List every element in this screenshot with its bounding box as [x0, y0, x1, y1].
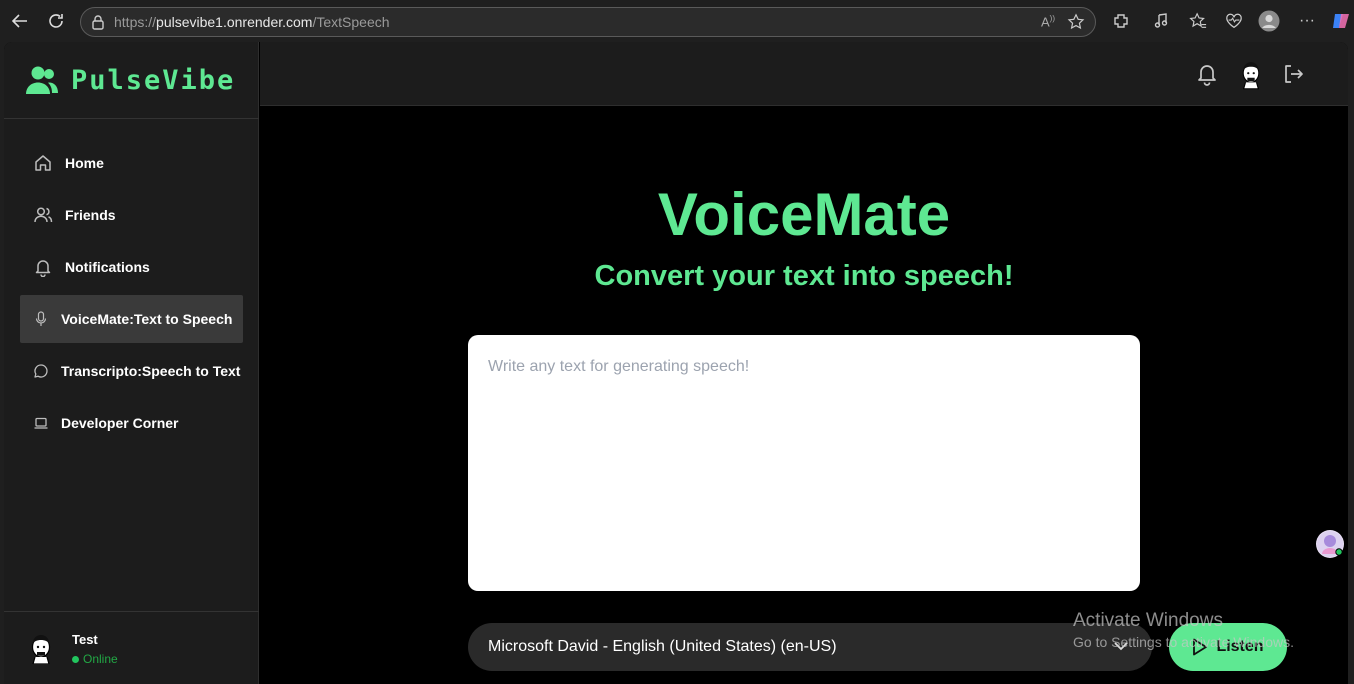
sidebar-item-notifications[interactable]: Notifications — [20, 243, 243, 291]
logout-icon[interactable] — [1282, 63, 1304, 90]
logo[interactable]: PulseVibe — [4, 42, 259, 119]
floating-assistant-avatar[interactable] — [1316, 530, 1344, 558]
favorites-icon[interactable] — [1187, 10, 1209, 32]
sidebar-item-label: VoiceMate:Text to Speech — [61, 311, 233, 327]
top-header — [260, 42, 1348, 106]
mic-icon — [33, 309, 49, 329]
laptop-icon — [33, 413, 49, 433]
user-status-label: Online — [83, 652, 118, 666]
voice-select-value: Microsoft David - English (United States… — [488, 638, 837, 655]
url-text: https://pulsevibe1.onrender.com/TextSpee… — [114, 14, 390, 30]
page-title: VoiceMate — [657, 181, 951, 248]
online-dot-icon — [72, 655, 79, 663]
avatar — [29, 634, 53, 669]
sidebar-item-developer-corner[interactable]: Developer Corner — [20, 399, 243, 447]
extensions-icon[interactable] — [1110, 10, 1132, 32]
favorite-star-icon[interactable] — [1067, 13, 1085, 36]
copilot-icon[interactable] — [1330, 10, 1352, 32]
voice-select[interactable]: Microsoft David - English (United States… — [468, 623, 1152, 671]
sidebar-nav: Home Friends Notifications VoiceMate:Tex… — [20, 139, 243, 451]
address-bar[interactable]: https://pulsevibe1.onrender.com/TextSpee… — [80, 7, 1096, 37]
sidebar-item-label: Transcripto:Speech to Text — [61, 363, 241, 379]
page-subtitle: Convert your text into speech! — [594, 260, 1014, 292]
chat-icon — [33, 361, 49, 381]
user-name: Test — [72, 632, 98, 647]
read-aloud-icon[interactable]: A)) — [1041, 14, 1055, 29]
sidebar-item-label: Friends — [65, 207, 116, 223]
sidebar-item-label: Notifications — [65, 259, 150, 275]
user-status: Online — [72, 652, 118, 666]
profile-icon[interactable] — [1258, 10, 1280, 32]
browser-toolbar: https://pulsevibe1.onrender.com/TextSpee… — [0, 0, 1354, 42]
sidebar-item-home[interactable]: Home — [20, 139, 243, 187]
media-icon[interactable] — [1151, 10, 1173, 32]
sidebar: PulseVibe Home Friends Notifications Voi… — [4, 42, 259, 684]
sidebar-item-voicemate[interactable]: VoiceMate:Text to Speech — [20, 295, 243, 343]
users-icon — [33, 205, 53, 225]
logo-text: PulseVibe — [71, 64, 236, 96]
app-window: PulseVibe Home Friends Notifications Voi… — [4, 42, 1348, 684]
windows-activation-watermark: Activate Windows Go to Settings to activ… — [1073, 610, 1294, 650]
sidebar-item-label: Developer Corner — [61, 415, 179, 431]
bell-icon — [33, 257, 53, 277]
sidebar-item-friends[interactable]: Friends — [20, 191, 243, 239]
sidebar-item-label: Home — [65, 155, 104, 171]
home-icon — [33, 153, 53, 173]
back-icon[interactable] — [8, 9, 32, 33]
speech-text-input[interactable] — [468, 335, 1140, 591]
user-profile-footer[interactable]: Test Online — [4, 611, 259, 684]
watermark-line2: Go to Settings to activate Windows. — [1073, 634, 1294, 650]
header-avatar[interactable] — [1240, 60, 1262, 95]
refresh-icon[interactable] — [44, 9, 68, 33]
users-logo-icon — [25, 64, 59, 96]
lock-icon — [91, 14, 105, 35]
watermark-line1: Activate Windows — [1073, 610, 1223, 631]
sidebar-item-transcripto[interactable]: Transcripto:Speech to Text — [20, 347, 243, 395]
health-icon[interactable] — [1223, 10, 1245, 32]
more-icon[interactable]: ··· — [1296, 10, 1318, 32]
notification-bell-icon[interactable] — [1196, 62, 1218, 91]
